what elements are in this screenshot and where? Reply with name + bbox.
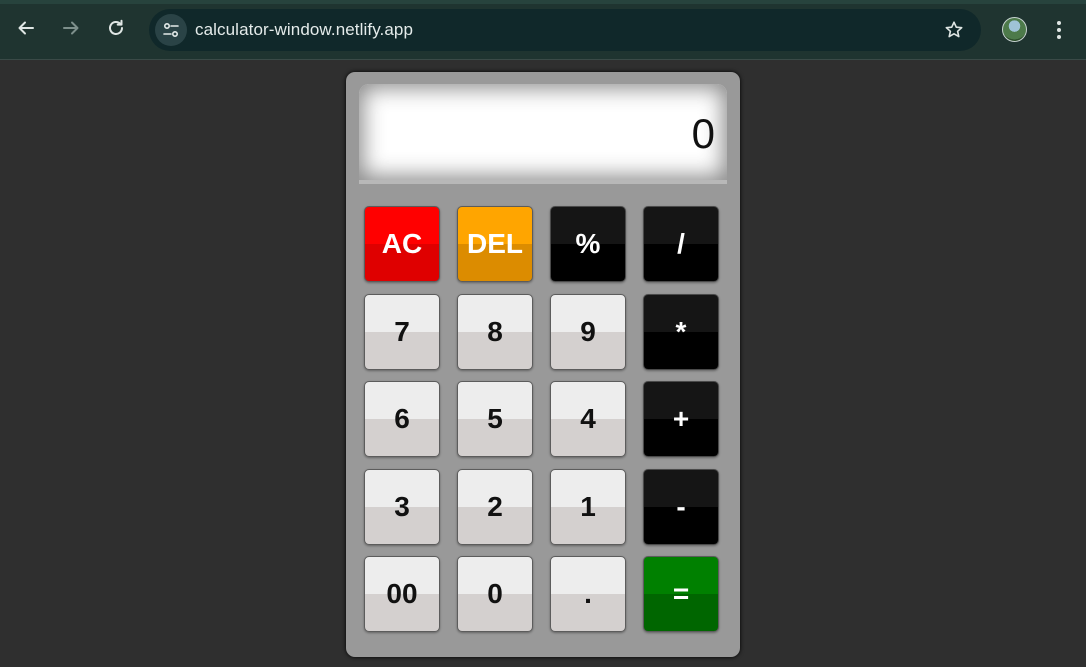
menu-dot [1057,35,1061,39]
digit-9-button[interactable]: 9 [550,294,626,370]
divide-button[interactable]: / [643,206,719,282]
all-clear-button[interactable]: AC [364,206,440,282]
browser-toolbar: calculator-window.netlify.app [0,0,1086,60]
keypad: AC DEL % / 7 8 9 * 6 5 4 + 3 2 1 - 00 0 … [364,206,722,634]
delete-button[interactable]: DEL [457,206,533,282]
reload-button[interactable] [102,14,130,42]
address-bar[interactable]: calculator-window.netlify.app [149,9,981,51]
arrow-left-icon [18,21,34,35]
tune-icon [163,22,179,38]
multiply-button[interactable]: * [643,294,719,370]
url-text[interactable]: calculator-window.netlify.app [195,20,413,40]
tab-strip-edge [0,0,1086,4]
calculator: 0 AC DEL % / 7 8 9 * 6 5 4 + 3 2 1 - 00 … [346,72,740,657]
display-value: 0 [691,110,715,157]
double-zero-button[interactable]: 00 [364,556,440,632]
bookmark-button[interactable] [943,19,965,41]
plus-button[interactable]: + [643,381,719,457]
digit-6-button[interactable]: 6 [364,381,440,457]
percent-button[interactable]: % [550,206,626,282]
calculator-display: 0 [359,84,727,184]
menu-dot [1057,28,1061,32]
kebab-menu-icon[interactable] [1049,17,1069,43]
arrow-right-icon [63,21,79,35]
forward-button[interactable] [57,14,85,42]
digit-4-button[interactable]: 4 [550,381,626,457]
menu-dot [1057,21,1061,25]
digit-3-button[interactable]: 3 [364,469,440,545]
digit-7-button[interactable]: 7 [364,294,440,370]
back-button[interactable] [12,14,40,42]
site-info-button[interactable] [155,14,187,46]
decimal-point-button[interactable]: . [550,556,626,632]
profile-avatar[interactable] [1002,17,1027,42]
digit-0-button[interactable]: 0 [457,556,533,632]
minus-button[interactable]: - [643,469,719,545]
reload-icon [109,19,123,35]
star-icon [945,21,963,38]
digit-1-button[interactable]: 1 [550,469,626,545]
digit-8-button[interactable]: 8 [457,294,533,370]
digit-5-button[interactable]: 5 [457,381,533,457]
digit-2-button[interactable]: 2 [457,469,533,545]
equals-button[interactable]: = [643,556,719,632]
